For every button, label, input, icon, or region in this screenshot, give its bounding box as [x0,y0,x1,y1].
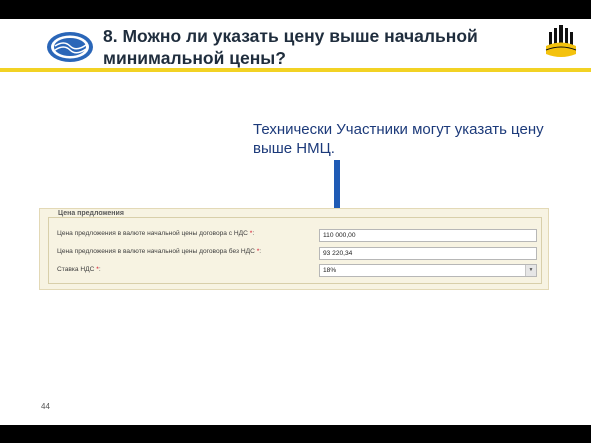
vat-rate-select[interactable]: 18% ▼ [319,264,537,277]
top-bar [0,0,591,19]
page-number: 44 [41,402,50,411]
price-without-vat-field[interactable]: 93 220,34 [319,247,537,260]
chevron-down-icon[interactable]: ▼ [525,265,536,276]
price-with-vat-field[interactable]: 110 000,00 [319,229,537,242]
vat-rate-value: 18% [323,267,337,274]
bottom-bar [0,425,591,443]
header-accent-line [0,68,591,72]
left-logo-icon [47,32,93,62]
slide-title: 8. Можно ли указать цену выше начальной … [103,26,478,68]
price-without-vat-label: Цена предложения в валюте начальной цены… [57,248,262,255]
note-text: Технически Участники могут указать цену … [253,121,544,157]
right-logo-icon [545,25,577,57]
vat-rate-label: Ставка НДС *: [57,266,101,273]
price-with-vat-label: Цена предложения в валюте начальной цены… [57,230,255,237]
fieldset-legend: Цена предложения [55,210,127,217]
